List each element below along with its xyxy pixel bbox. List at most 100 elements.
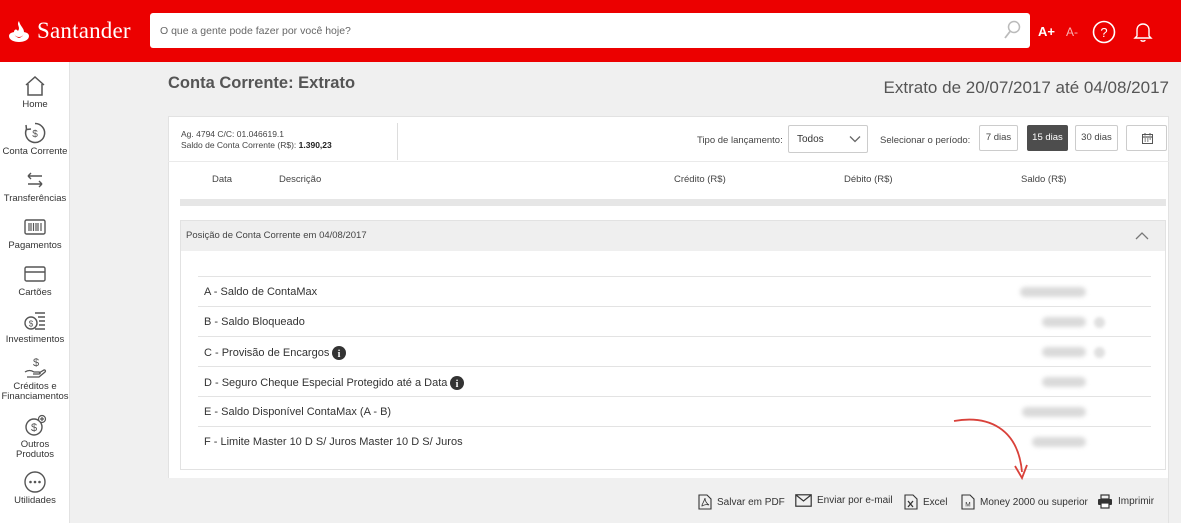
balance-label: Saldo de Conta Corrente (R$): [181, 140, 297, 150]
type-select-value: Todos [797, 134, 824, 145]
row-text: B - Saldo Bloqueado [204, 316, 305, 328]
action-label: Excel [923, 496, 948, 508]
sidebar-item-outros-produtos[interactable]: $ Outros Produtos [0, 414, 70, 460]
account-balance: Saldo de Conta Corrente (R$): 1.390,23 [181, 140, 332, 151]
position-row-label: B - Saldo Bloqueado [204, 316, 305, 328]
sidebar-item-label: Transferências [3, 193, 67, 204]
position-row-a: A - Saldo de ContaMax [198, 276, 1151, 306]
blurred-value [1042, 347, 1086, 357]
balance-value: 1.390,23 [298, 140, 332, 150]
column-header-debito: Débito (R$) [844, 174, 893, 185]
plus-money-icon: $ [25, 414, 47, 436]
blurred-value [1042, 317, 1086, 327]
sidebar-item-investimentos[interactable]: $ Investimentos [0, 309, 70, 345]
page-title: Conta Corrente: Extrato [168, 74, 356, 92]
position-row-b: B - Saldo Bloqueado [198, 306, 1151, 336]
search-box [150, 13, 1030, 48]
excel-button[interactable]: Excel [904, 494, 947, 510]
chevron-up-icon[interactable] [1135, 231, 1149, 240]
printer-icon [1098, 494, 1112, 509]
more-dots-icon [24, 471, 46, 493]
sidebar-item-transferencias[interactable]: Transferências [0, 168, 70, 204]
sidebar-item-utilidades[interactable]: Utilidades [0, 470, 70, 506]
flame-icon [9, 21, 29, 42]
help-icon[interactable]: ? [1092, 20, 1116, 44]
position-row-label: F - Limite Master 10 D S/ Juros Master 1… [204, 436, 463, 448]
period-15-days-button[interactable]: 15 dias [1027, 125, 1068, 151]
investment-icon: $ [24, 312, 45, 330]
transfer-arrows-icon [27, 172, 43, 188]
send-email-button[interactable]: Enviar por e-mail [795, 494, 893, 507]
period-title: Extrato de 20/07/2017 até 04/08/2017 [883, 78, 1169, 97]
svg-text:M: M [965, 502, 970, 509]
period-7-days-button[interactable]: 7 dias [979, 125, 1018, 151]
account-info: Ag. 4794 C/C: 01.046619.1 Saldo de Conta… [181, 129, 332, 151]
row-text: C - Provisão de Encargos [204, 347, 330, 359]
position-row-label: A - Saldo de ContaMax [204, 286, 317, 298]
svg-text:$: $ [29, 320, 34, 329]
position-row-label: C - Provisão de Encargos i [204, 346, 347, 360]
row-text: F - Limite Master 10 D S/ Juros Master 1… [204, 436, 463, 448]
type-select[interactable]: Todos [788, 125, 868, 153]
sidebar-item-label: Investimentos [5, 334, 65, 345]
font-increase-button[interactable]: A+ [1038, 24, 1055, 39]
period-30-days-button[interactable]: 30 dias [1075, 125, 1118, 151]
calendar-button[interactable] [1126, 125, 1167, 151]
excel-icon [904, 494, 918, 510]
position-row-c: C - Provisão de Encargos i [198, 336, 1151, 366]
blurred-info-icon [1094, 317, 1105, 328]
blurred-value [1042, 377, 1086, 387]
info-icon[interactable]: i [332, 346, 347, 360]
home-icon [25, 75, 45, 96]
svg-text:$: $ [33, 357, 39, 369]
column-header-data: Data [212, 174, 233, 185]
sidebar-item-label: Utilidades [14, 495, 56, 506]
barcode-icon [24, 219, 46, 235]
position-title: Posição de Conta Corrente em 04/08/2017 [186, 230, 367, 241]
action-label: Salvar em PDF [717, 496, 785, 508]
svg-text:i: i [456, 379, 459, 390]
brand-name: Santander [37, 18, 131, 43]
top-bar: Santander A+ A- ? [0, 0, 1181, 62]
money-export-button[interactable]: M Money 2000 ou superior [961, 494, 1088, 510]
blurred-value [1020, 287, 1086, 297]
money-file-icon: M [961, 494, 975, 510]
column-header-descricao: Descrição [279, 174, 322, 185]
print-button[interactable]: Imprimir [1097, 494, 1154, 509]
blurred-info-icon [1094, 347, 1105, 358]
type-filter-label: Tipo de lançamento: [697, 135, 783, 146]
position-row-label: E - Saldo Disponível ContaMax (A - B) [204, 406, 391, 418]
action-label: Money 2000 ou superior [980, 496, 1088, 508]
calendar-icon [1142, 133, 1153, 144]
santander-logo[interactable]: Santander [6, 18, 131, 44]
table-empty-strip [180, 199, 1166, 206]
bell-icon[interactable] [1133, 21, 1153, 43]
sidebar-item-conta-corrente[interactable]: $ Conta Corrente [0, 121, 70, 157]
search-icon[interactable] [1002, 19, 1022, 41]
search-input[interactable] [150, 13, 990, 48]
sidebar-item-creditos[interactable]: $ Créditos e Financiamentos [0, 356, 70, 402]
sidebar: Home $ Conta Corrente Transferências Pag… [0, 62, 70, 523]
annotation-arrow [953, 418, 1028, 481]
position-row-label: D - Seguro Cheque Especial Protegido até… [204, 376, 465, 390]
row-text: D - Seguro Cheque Especial Protegido até… [204, 377, 448, 389]
font-decrease-button[interactable]: A- [1066, 25, 1078, 39]
svg-text:$: $ [32, 129, 38, 140]
table-header-rule [168, 161, 1169, 162]
sidebar-item-home[interactable]: Home [0, 74, 70, 110]
sidebar-item-label: Conta Corrente [2, 146, 68, 157]
info-icon[interactable]: i [450, 376, 465, 390]
sidebar-item-cartoes[interactable]: Cartões [0, 262, 70, 298]
svg-text:i: i [338, 349, 341, 360]
column-header-saldo: Saldo (R$) [1021, 174, 1067, 185]
envelope-icon [795, 494, 812, 507]
chevron-down-icon [849, 136, 861, 143]
period-filter-label: Selecionar o período: [880, 135, 971, 146]
card-icon [24, 266, 46, 282]
save-pdf-button[interactable]: Salvar em PDF [698, 494, 785, 510]
row-text: A - Saldo de ContaMax [204, 286, 318, 298]
svg-text:$: $ [31, 422, 37, 434]
position-panel-header[interactable]: Posição de Conta Corrente em 04/08/2017 [181, 221, 1165, 251]
pdf-icon [698, 494, 712, 510]
sidebar-item-pagamentos[interactable]: Pagamentos [0, 215, 70, 251]
